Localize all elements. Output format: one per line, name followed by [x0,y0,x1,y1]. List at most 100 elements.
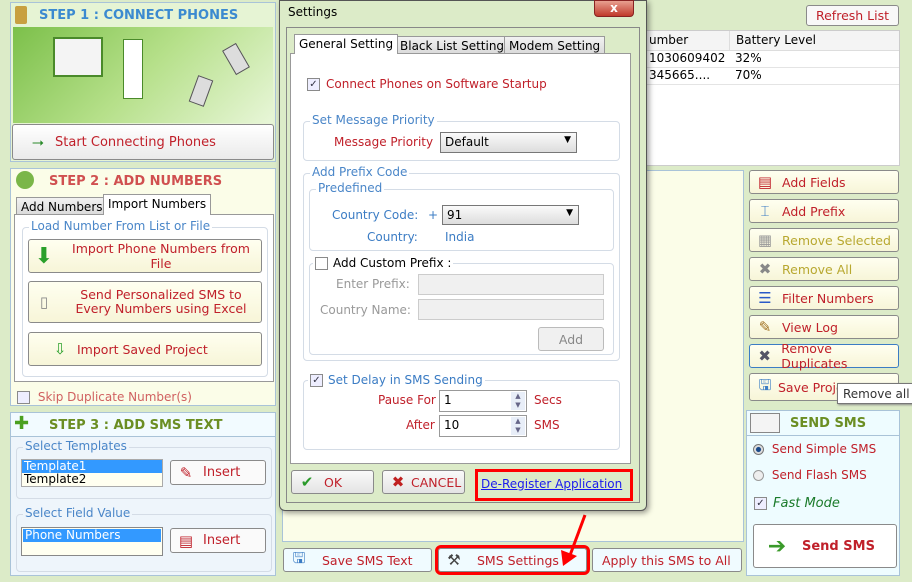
tab-import-numbers[interactable]: Import Numbers [103,194,212,215]
skip-duplicates-label: Skip Duplicate Number(s) [37,390,192,404]
import-file-icon: ⇩ [53,340,67,358]
prefix-icon: ⌶ [760,202,770,220]
save-sms-text-label: Save SMS Text [322,552,413,568]
connect-startup-box[interactable]: ✓ [307,78,320,91]
send-flash-radio[interactable]: Send Flash SMS [753,468,867,482]
custom-prefix-label: Add Custom Prefix : [333,256,452,270]
add-label: Add [558,331,584,347]
insert-field-button[interactable]: ▤ Insert [170,528,266,553]
cancel-button[interactable]: ✖ CANCEL [382,470,465,494]
add-prefix-dialog-button[interactable]: Add [538,327,604,351]
fast-mode-checkbox[interactable]: ✓ Fast Mode [754,496,840,511]
ok-label: OK [324,474,343,490]
predefined-legend: Predefined [316,181,385,195]
templates-list[interactable]: Template1 Template2 [21,459,163,487]
priority-dropdown[interactable]: Default ▼ [440,132,577,153]
country-label: Country: [367,230,418,244]
tab-general-setting[interactable]: General Setting [294,34,399,54]
connect-startup-checkbox[interactable]: ✓ Connect Phones on Software Startup [307,77,547,91]
after-spinner[interactable]: 10 ▲ ▼ [439,415,527,437]
prefix-legend: Add Prefix Code [310,165,410,179]
priority-legend: Set Message Priority [310,113,437,127]
spinner-arrows-icon[interactable]: ▲ ▼ [511,417,525,435]
template-item[interactable]: Template2 [22,473,162,486]
save-project-label: Save Proje [778,379,844,395]
apply-sms-all-label: Apply this SMS to All [602,552,731,568]
remove-selected-label: Remove Selected [782,232,891,248]
field-value-legend: Select Field Value [23,506,133,520]
refresh-list-label: Refresh List [815,8,890,23]
step1-panel: STEP 1 : CONNECT PHONES ⭢ Start Connecti… [10,2,276,162]
remove-duplicates-label: Remove Duplicates [781,341,848,371]
custom-prefix-box[interactable] [315,257,328,270]
table-row[interactable]: 345665.... 70% [621,68,899,85]
general-setting-content: ✓ Connect Phones on Software Startup Set … [290,53,631,464]
fast-mode-box[interactable]: ✓ [754,497,767,510]
delay-checkbox[interactable]: ✓ Set Delay in SMS Sending [308,373,485,387]
radio-unselected[interactable] [753,470,764,481]
pause-for-spinner[interactable]: 1 ▲ ▼ [439,390,527,412]
send-document-icon: ➔ [767,533,787,559]
country-code-dropdown[interactable]: 91 ▼ [442,205,579,225]
remove-selected-button[interactable]: ▦ Remove Selected [749,228,899,252]
after-label: After [406,418,435,432]
insert-template-button[interactable]: ✎ Insert [170,460,266,485]
remove-all-button[interactable]: ✖ Remove All [749,257,899,281]
add-prefix-button[interactable]: ⌶ Add Prefix [749,199,899,223]
battery-level: 32% [735,51,762,65]
priority-value: Default [445,135,489,149]
custom-prefix-checkbox[interactable]: Add Custom Prefix : [313,256,454,270]
save-icon: 🖫 [292,548,306,567]
remove-all-icon: ✖ [758,260,772,278]
spinner-arrows-icon[interactable]: ▲ ▼ [511,392,525,410]
view-log-button[interactable]: ✎ View Log [749,315,899,339]
close-button[interactable]: x [594,0,634,17]
start-connecting-button[interactable]: ⭢ Start Connecting Phones [12,124,274,160]
filter-list-icon: ☰ [758,289,772,307]
remove-duplicates-button[interactable]: ✖ Remove Duplicates [749,341,899,371]
field-values-list[interactable]: Phone Numbers [21,527,163,556]
table-row[interactable]: 1030609402 32% [621,51,899,68]
send-simple-radio[interactable]: Send Simple SMS [753,442,876,456]
add-fields-label: Add Fields [782,174,846,190]
skip-duplicates-box[interactable] [17,391,30,404]
enter-prefix-label: Enter Prefix: [336,277,410,291]
delay-box[interactable]: ✓ [310,374,323,387]
apply-sms-all-button[interactable]: Apply this SMS to All [592,548,742,572]
cancel-label: CANCEL [411,474,462,490]
secs-label: Secs [534,393,562,407]
sms-label: SMS [534,418,560,432]
phones-table: umber Battery Level 1030609402 32% 345665… [620,30,900,166]
remove-selected-icon: ▦ [757,231,773,249]
country-code-label: Country Code: [332,208,419,222]
skip-duplicates-checkbox[interactable]: Skip Duplicate Number(s) [17,390,192,404]
close-icon[interactable]: x [610,1,618,15]
battery-level: 70% [735,68,762,82]
notepad-icon: ✎ [758,318,772,336]
filter-numbers-button[interactable]: ☰ Filter Numbers [749,286,899,310]
radio-selected[interactable] [753,444,764,455]
enter-prefix-input[interactable] [418,274,604,295]
import-phone-numbers-button[interactable]: ⬇ Import Phone Numbers from File [28,239,262,273]
step2-panel: STEP 2 : ADD NUMBERS Add Numbers Import … [10,168,276,406]
save-sms-text-button[interactable]: 🖫 Save SMS Text [283,548,432,572]
deregister-link[interactable]: De-Register Application [481,477,622,491]
step3-panel: ✚ STEP 3 : ADD SMS TEXT Select Templates… [10,412,276,576]
plus-sign: + [428,208,439,222]
send-personalized-sms-button[interactable]: ▯ Send Personalized SMS to Every Numbers… [28,281,262,323]
send-sms-button[interactable]: ➔ Send SMS [753,524,897,568]
column-header-battery[interactable]: Battery Level [729,31,816,50]
import-saved-project-button[interactable]: ⇩ Import Saved Project [28,332,262,366]
insert-label: Insert [203,465,241,480]
ok-button[interactable]: ✔ OK [291,470,374,494]
field-item[interactable]: Phone Numbers [23,529,161,542]
send-simple-label: Send Simple SMS [771,442,877,456]
country-name-input[interactable] [418,299,604,320]
sms-settings-label: SMS Settings [477,552,559,568]
country-code-value: 91 [447,208,463,222]
send-sms-label: Send SMS [802,538,875,554]
add-fields-button[interactable]: ▤ Add Fields [749,170,899,194]
refresh-list-button[interactable]: Refresh List [806,5,899,26]
add-prefix-label: Add Prefix [782,203,846,219]
step3-title: STEP 3 : ADD SMS TEXT [49,418,223,433]
